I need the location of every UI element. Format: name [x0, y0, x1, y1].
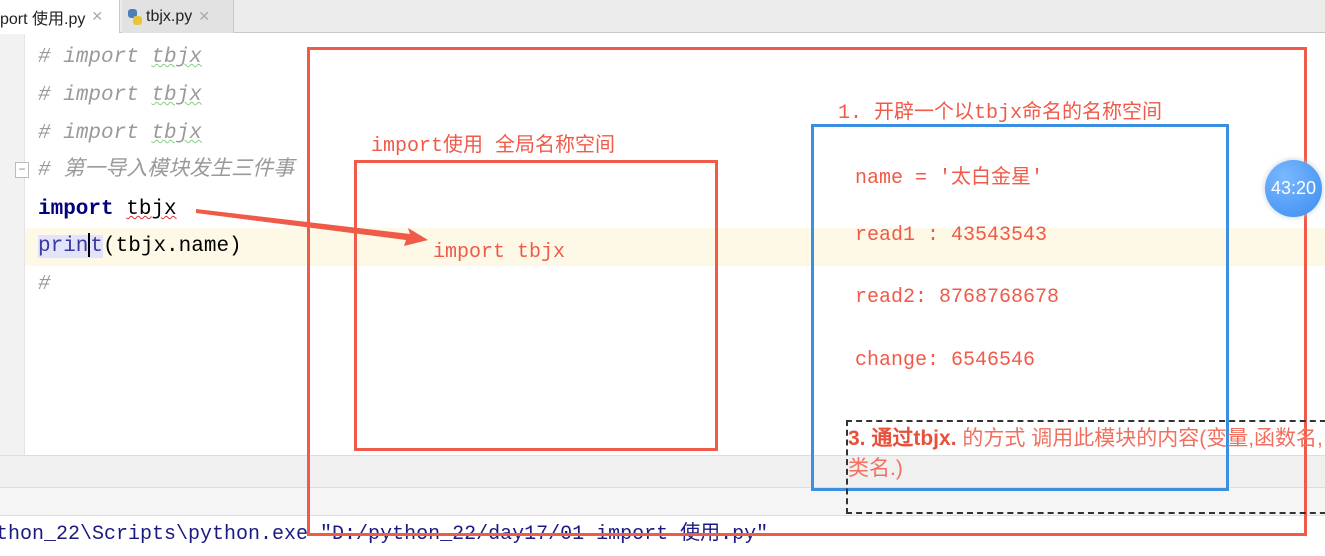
- arrow-icon: [196, 209, 428, 246]
- timer-badge[interactable]: 43:20: [1265, 160, 1322, 217]
